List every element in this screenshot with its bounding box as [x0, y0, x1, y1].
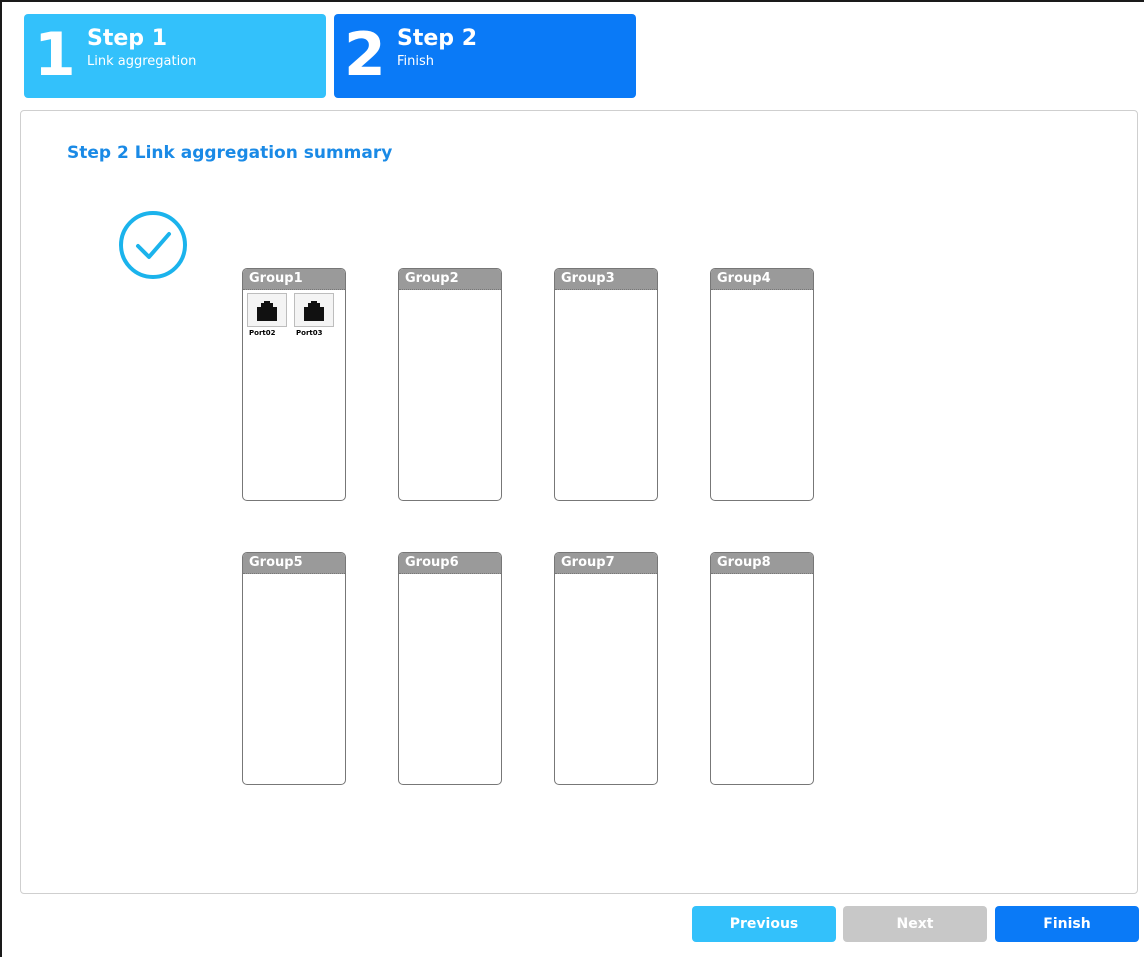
lag-group-2[interactable]: Group2 — [398, 268, 502, 501]
finish-button[interactable]: Finish — [995, 906, 1139, 942]
port-label: Port02 — [249, 329, 276, 337]
summary-panel: Step 2 Link aggregation summary Group1 Po… — [20, 110, 1138, 894]
check-circle-icon — [119, 211, 187, 279]
step-2-tab[interactable]: 2 Step 2 Finish — [334, 14, 636, 98]
step-number: 2 — [344, 20, 386, 90]
port-item[interactable]: Port03 — [294, 293, 334, 337]
lag-group-6[interactable]: Group6 — [398, 552, 502, 785]
group-header: Group8 — [711, 553, 813, 574]
group-header: Group5 — [243, 553, 345, 574]
lag-group-1[interactable]: Group1 Port02 Port03 — [242, 268, 346, 501]
panel-title: Step 2 Link aggregation summary — [67, 143, 393, 163]
step-subtitle: Link aggregation — [87, 54, 197, 69]
lag-group-3[interactable]: Group3 — [554, 268, 658, 501]
step-number: 1 — [34, 20, 76, 90]
step-title: Step 1 — [87, 26, 167, 51]
step-1-tab[interactable]: 1 Step 1 Link aggregation — [24, 14, 326, 98]
lag-group-8[interactable]: Group8 — [710, 552, 814, 785]
group-header: Group7 — [555, 553, 657, 574]
step-title: Step 2 — [397, 26, 477, 51]
group-header: Group2 — [399, 269, 501, 290]
group-header: Group3 — [555, 269, 657, 290]
next-button[interactable]: Next — [843, 906, 987, 942]
lag-group-5[interactable]: Group5 — [242, 552, 346, 785]
ethernet-port-icon — [247, 293, 287, 327]
step-subtitle: Finish — [397, 54, 435, 69]
port-label: Port03 — [296, 329, 323, 337]
ethernet-port-icon — [294, 293, 334, 327]
group-header: Group1 — [243, 269, 345, 290]
lag-group-4[interactable]: Group4 — [710, 268, 814, 501]
lag-group-7[interactable]: Group7 — [554, 552, 658, 785]
port-item[interactable]: Port02 — [247, 293, 287, 337]
previous-button[interactable]: Previous — [692, 906, 836, 942]
group-header: Group4 — [711, 269, 813, 290]
group-header: Group6 — [399, 553, 501, 574]
